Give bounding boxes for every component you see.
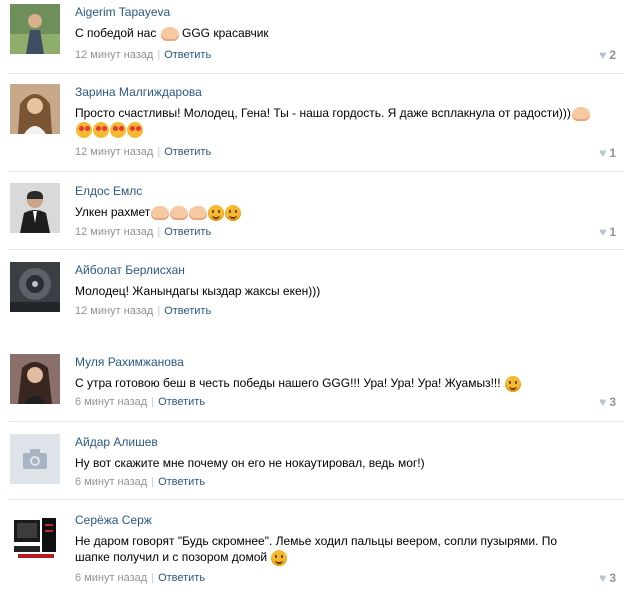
- like-button[interactable]: ♥ 1: [599, 225, 616, 239]
- avatar[interactable]: [10, 262, 60, 312]
- comment-meta: 12 минут назад | Ответить: [75, 226, 211, 238]
- heart-eyes-emoji-icon: [76, 121, 92, 138]
- computer-avatar: [10, 512, 60, 562]
- like-button[interactable]: ♥ 3: [599, 571, 616, 585]
- flexed-biceps-emoji-icon: [160, 26, 179, 41]
- like-count: 1: [609, 225, 616, 239]
- laughing-emoji-icon: [271, 549, 288, 566]
- comment-time[interactable]: 6 минут назад: [75, 572, 147, 584]
- heart-eyes-emoji-icon: [110, 121, 126, 138]
- reply-button[interactable]: Ответить: [158, 396, 205, 408]
- thumbs-up-emoji-icon: [571, 106, 590, 121]
- heart-icon: ♥: [599, 225, 607, 239]
- comment-author[interactable]: Серёжа Серж: [75, 513, 152, 527]
- like-button[interactable]: ♥ 2: [599, 48, 616, 62]
- avatar[interactable]: [10, 84, 60, 134]
- heart-icon: ♥: [599, 395, 607, 409]
- comment-time[interactable]: 12 минут назад: [75, 305, 153, 317]
- heart-eyes-emoji-icon: [93, 121, 109, 138]
- comment-author[interactable]: Айболат Берлисхан: [75, 263, 185, 277]
- camera-placeholder-icon: [10, 434, 60, 484]
- avatar[interactable]: [10, 4, 60, 54]
- meta-divider: |: [157, 305, 161, 317]
- like-button[interactable]: ♥ 3: [599, 395, 616, 409]
- comment-author[interactable]: Елдос Емлс: [75, 184, 142, 198]
- avatar[interactable]: [10, 512, 60, 562]
- meta-divider: |: [157, 146, 161, 158]
- comment-meta: 6 минут назад | Ответить: [75, 476, 205, 488]
- comment-meta: 12 минут назад | Ответить: [75, 305, 211, 317]
- heart-icon: ♥: [599, 571, 607, 585]
- meta-divider: |: [151, 572, 155, 584]
- clapping-hands-emoji-icon: [170, 205, 189, 220]
- smile-emoji-icon: [225, 204, 242, 221]
- avatar[interactable]: [10, 354, 60, 404]
- reply-button[interactable]: Ответить: [164, 305, 211, 317]
- comments-feed: Aigerim Tapayeva С победой нас GGG краса…: [0, 0, 632, 600]
- comment-time[interactable]: 12 минут назад: [75, 49, 153, 61]
- comment-text: Не даром говорят "Будь скромнее". Лемье …: [75, 533, 595, 566]
- like-count: 1: [609, 146, 616, 160]
- comment-text: Улкен рахмет: [75, 204, 595, 221]
- meta-divider: |: [157, 226, 161, 238]
- comment-text-part: GGG красавчик: [178, 26, 269, 40]
- comment-separator: [8, 499, 624, 500]
- comment-time[interactable]: 6 минут назад: [75, 396, 147, 408]
- comment-text: Ну вот скажите мне почему он его не нока…: [75, 456, 425, 470]
- heart-icon: ♥: [599, 48, 607, 62]
- comment-meta: 12 минут назад | Ответить: [75, 146, 211, 158]
- comment-separator: [8, 73, 624, 74]
- reply-button[interactable]: Ответить: [164, 49, 211, 61]
- comment-text: С утра готовою беш в честь победы нашего…: [75, 375, 595, 392]
- comment-author[interactable]: Айдар Алишев: [75, 435, 158, 449]
- comment-text-part: С победой нас: [75, 26, 160, 40]
- meta-divider: |: [151, 396, 155, 408]
- meta-divider: |: [157, 49, 161, 61]
- comment-text-part: Не даром говорят "Будь скромнее". Лемье …: [75, 534, 558, 564]
- like-button[interactable]: ♥ 1: [599, 146, 616, 160]
- comment-meta: 6 минут назад | Ответить: [75, 396, 205, 408]
- clapping-hands-emoji-icon: [189, 205, 208, 220]
- comment-text-part: С утра готовою беш в честь победы нашего…: [75, 376, 504, 390]
- reply-button[interactable]: Ответить: [164, 226, 211, 238]
- smile-emoji-icon: [208, 204, 225, 221]
- comment-time[interactable]: 6 минут назад: [75, 476, 147, 488]
- comment-meta: 6 минут назад | Ответить: [75, 572, 205, 584]
- comment-separator: [8, 421, 624, 422]
- like-count: 3: [609, 571, 616, 585]
- avatar[interactable]: [10, 183, 60, 233]
- comment-text: С победой нас GGG красавчик: [75, 25, 595, 41]
- clapping-hands-emoji-icon: [151, 205, 170, 220]
- like-count: 2: [609, 48, 616, 62]
- like-count: 3: [609, 395, 616, 409]
- reply-button[interactable]: Ответить: [164, 146, 211, 158]
- comment-text: Молодец! Жанындагы кыздар жаксы екен))): [75, 284, 321, 298]
- meta-divider: |: [151, 476, 155, 488]
- comment-text-part: Просто счастливы! Молодец, Гена! Ты - на…: [75, 106, 571, 120]
- comment-separator: [8, 249, 624, 250]
- comment-time[interactable]: 12 минут назад: [75, 226, 153, 238]
- avatar[interactable]: [10, 434, 60, 484]
- heart-icon: ♥: [599, 146, 607, 160]
- comment-meta: 12 минут назад | Ответить: [75, 49, 211, 61]
- comment-text-part: Улкен рахмет: [75, 205, 151, 219]
- grinning-emoji-icon: [504, 375, 521, 392]
- comment-author[interactable]: Зарина Малгиждарова: [75, 85, 202, 99]
- comment-author[interactable]: Муля Рахимжанова: [75, 355, 184, 369]
- reply-button[interactable]: Ответить: [158, 476, 205, 488]
- heart-eyes-emoji-icon: [127, 121, 143, 138]
- reply-button[interactable]: Ответить: [158, 572, 205, 584]
- comment-author[interactable]: Aigerim Tapayeva: [75, 5, 170, 19]
- comment-text: Просто счастливы! Молодец, Гена! Ты - на…: [75, 105, 595, 138]
- comment-time[interactable]: 12 минут назад: [75, 146, 153, 158]
- comment-separator: [8, 171, 624, 172]
